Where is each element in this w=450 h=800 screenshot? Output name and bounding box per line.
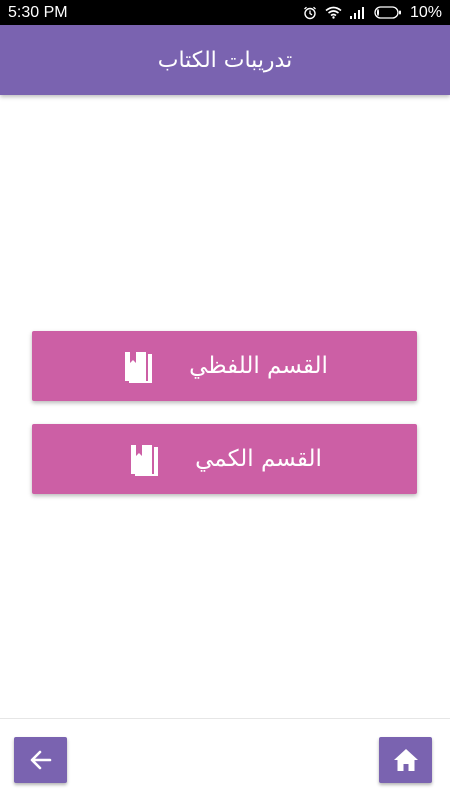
- status-icons: 10%: [303, 4, 442, 22]
- quantitative-section-label: القسم الكمي: [195, 446, 322, 472]
- book-icon: [131, 445, 159, 476]
- book-icon: [125, 352, 153, 383]
- quantitative-section-button[interactable]: القسم الكمي: [32, 424, 417, 494]
- back-button[interactable]: [14, 737, 67, 783]
- battery-icon: [374, 6, 401, 19]
- status-time: 5:30 PM: [8, 3, 68, 21]
- home-icon: [393, 749, 418, 771]
- battery-percent: 10%: [409, 3, 442, 21]
- page-title: تدريبات الكتاب: [157, 47, 293, 73]
- signal-icon: [349, 7, 364, 19]
- bottom-divider: [0, 718, 450, 719]
- wifi-icon: [325, 6, 342, 19]
- alarm-icon: [304, 6, 316, 19]
- home-button[interactable]: [379, 737, 432, 783]
- app-bar: تدريبات الكتاب: [0, 25, 450, 95]
- arrow-left-icon: [30, 750, 51, 770]
- verbal-section-button[interactable]: القسم اللفظي: [32, 331, 417, 401]
- verbal-section-label: القسم اللفظي: [189, 353, 328, 379]
- status-bar: 5:30 PM 10%: [0, 0, 450, 25]
